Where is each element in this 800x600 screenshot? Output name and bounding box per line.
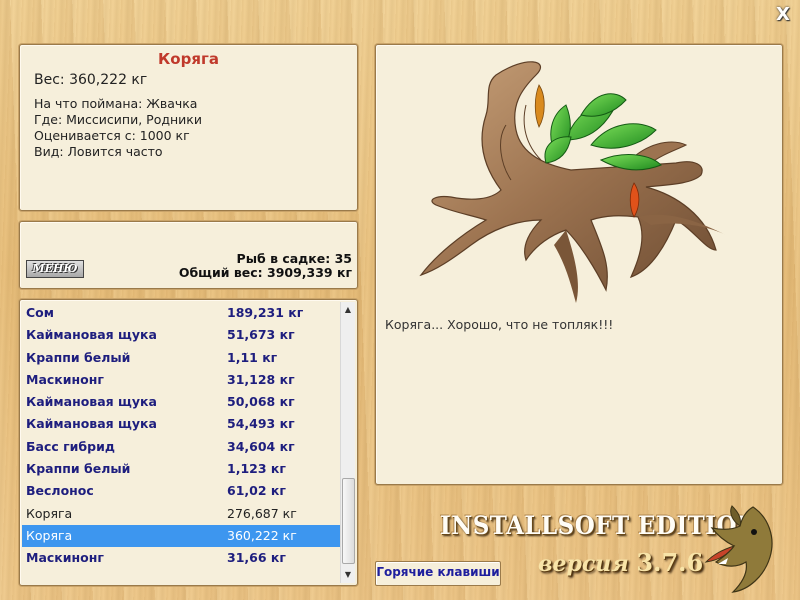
catch-list-item[interactable]: Маскинонг 31,128 кг [22,369,342,391]
catch-name: Басс гибрид [26,438,115,454]
triangle-up-icon[interactable]: ▲ [341,303,355,317]
fish-title: Коряга [158,50,219,68]
hotkeys-button[interactable]: Горячие клавиши [375,561,501,586]
catch-list-item[interactable]: Каймановая щука 51,673 кг [22,324,342,346]
catch-list-item[interactable]: Каймановая щука 50,068 кг [22,391,342,413]
catch-list-item[interactable]: Веслонос 61,02 кг [22,480,342,502]
version-number: 3.7.6 [636,548,704,577]
catch-list-panel: Сом 189,231 кг Каймановая щука 51,673 кг Кра… [19,299,358,586]
catch-list-item[interactable]: Каймановая щука 54,493 кг [22,413,342,435]
catch-name: Коряга [26,527,73,543]
valued-from-text: Оценивается с: 1000 кг [34,128,190,143]
driftwood-image [419,61,726,303]
fish-info-panel: Коряга Вес: 360,222 кг На что поймана: Ж… [19,44,358,211]
catch-list-item-selected[interactable]: Коряга 360,222 кг [22,524,342,548]
fish-picture-panel: Коряга... Хорошо, что не топляк!!! [375,44,783,485]
catch-weight: 276,687 кг [227,505,297,521]
fish-weight: Вес: 360,222 кг [34,72,148,88]
menu-button[interactable]: МЕНЮ [26,260,84,278]
catch-list-item[interactable]: Сом 189,231 кг [22,302,342,324]
catch-name: Каймановая щука [26,394,157,410]
catch-weight: 189,231 кг [227,305,304,320]
catch-name: Маскинонг [26,550,104,566]
caught-on-text: На что поймана: Жвачка [34,96,198,111]
triangle-down-icon[interactable]: ▼ [341,568,355,582]
catch-list-item[interactable]: Маскинонг 31,66 кг [22,547,342,569]
catch-name: Каймановая щука [26,416,157,432]
pike-fish-logo [704,505,773,593]
catch-list-item[interactable]: Краппи белый 1,11 кг [22,347,342,369]
catch-weight: 50,068 кг [227,394,295,410]
catch-weight: 360,222 кг [227,527,297,543]
catch-weight: 31,128 кг [227,371,295,387]
keepnet-stats-panel: МЕНЮ Рыб в садке: 35 Общий вес: 3909,339… [19,221,358,289]
catch-list-item[interactable]: Краппи белый 1,123 кг [22,458,342,480]
catch-weight: 1,123 кг [227,461,286,477]
catch-weight: 51,673 кг [227,327,295,343]
catch-list-item[interactable]: Коряга 276,687 кг [22,503,342,525]
catch-list-item[interactable]: Басс гибрид 34,604 кг [22,436,342,458]
catch-name: Краппи белый [26,349,131,365]
scrollbar-thumb[interactable] [342,478,355,564]
catch-weight: 31,66 кг [227,550,286,566]
catch-name: Краппи белый [26,461,131,477]
version-word: версия [538,551,629,577]
kind-text: Вид: Ловится часто [34,144,163,159]
fish-caption: Коряга... Хорошо, что не топляк!!! [385,317,614,332]
total-weight: Общий вес: 3909,339 кг [178,265,352,280]
version-label: версия 3.7.6 [538,548,703,577]
catch-name: Маскинонг [26,371,104,387]
close-button[interactable]: X [775,6,791,24]
catch-name: Сом [26,305,54,320]
fish-count: Рыб в садке: 35 [236,251,352,266]
catch-name: Веслонос [26,483,94,499]
catch-weight: 54,493 кг [227,416,295,432]
catch-name: Каймановая щука [26,327,157,343]
location-text: Где: Миссисипи, Родники [34,112,202,127]
catch-weight: 34,604 кг [227,438,295,454]
catch-list: Сом 189,231 кг Каймановая щука 51,673 кг Кра… [22,302,342,570]
catch-name: Коряга [26,505,73,521]
catch-weight: 1,11 кг [227,349,278,365]
catch-weight: 61,02 кг [227,483,286,499]
scrollbar[interactable]: ▲ ▼ [340,302,355,583]
